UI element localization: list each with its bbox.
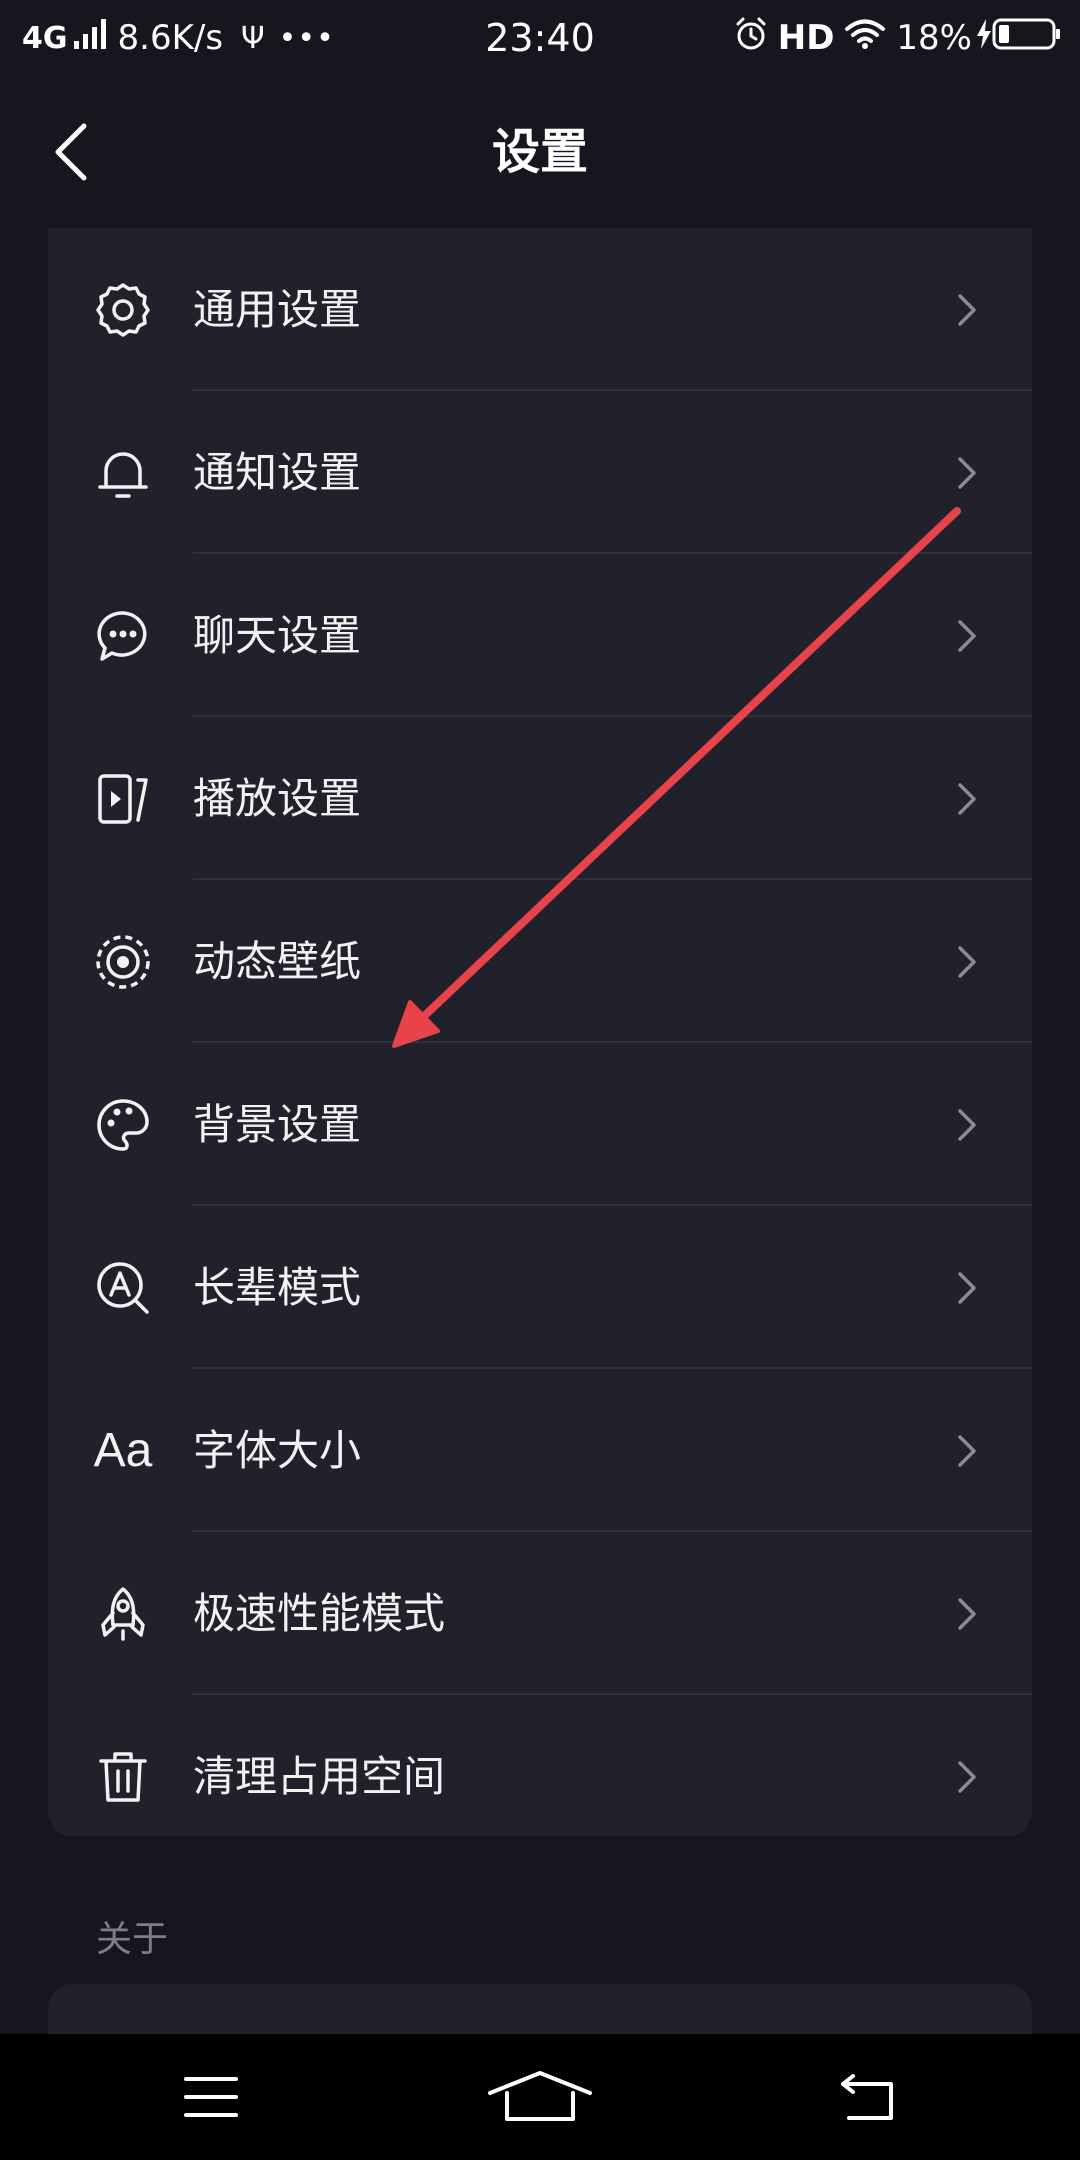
settings-row-label: 背景设置 bbox=[193, 1100, 362, 1149]
status-bar: 4G 8.6K/s Ψ ••• 23:40 HD 18% bbox=[0, 0, 1080, 76]
battery-icon bbox=[992, 18, 1062, 59]
settings-row-label: 清理占用空间 bbox=[193, 1752, 446, 1801]
magnifier-a-icon bbox=[92, 1257, 154, 1319]
settings-row-label: 动态壁纸 bbox=[193, 937, 362, 986]
settings-row-font-size[interactable]: Aa 字体大小 bbox=[48, 1369, 1032, 1532]
chevron-right-icon bbox=[958, 456, 976, 489]
bell-icon bbox=[92, 442, 154, 504]
settings-screen: 4G 8.6K/s Ψ ••• 23:40 HD 18% 设置 通用设置 通知设… bbox=[0, 0, 1080, 2160]
settings-row-background[interactable]: 背景设置 bbox=[48, 1043, 1032, 1206]
settings-row-general[interactable]: 通用设置 bbox=[48, 228, 1032, 391]
chevron-right-icon bbox=[958, 1108, 976, 1141]
settings-row-label: 播放设置 bbox=[193, 774, 362, 823]
chevron-right-icon bbox=[958, 1271, 976, 1304]
menu-button[interactable] bbox=[156, 2052, 266, 2142]
play-screen-icon bbox=[92, 768, 154, 830]
menu-icon bbox=[184, 2077, 238, 2117]
settings-row-notification[interactable]: 通知设置 bbox=[48, 391, 1032, 554]
chevron-right-icon bbox=[958, 293, 976, 326]
settings-row-label: 长辈模式 bbox=[193, 1263, 362, 1312]
header: 设置 bbox=[0, 76, 1080, 228]
rocket-icon bbox=[92, 1583, 154, 1645]
gear-icon bbox=[92, 279, 154, 341]
font-size-icon: Aa bbox=[93, 1424, 153, 1477]
home-icon bbox=[488, 2071, 592, 2121]
chevron-right-icon bbox=[958, 782, 976, 815]
settings-row-elder-mode[interactable]: 长辈模式 bbox=[48, 1206, 1032, 1369]
trash-icon bbox=[92, 1746, 154, 1808]
settings-row-clear-storage[interactable]: 清理占用空间 bbox=[48, 1695, 1032, 1858]
chevron-right-icon bbox=[958, 945, 976, 978]
page-title: 设置 bbox=[491, 124, 588, 180]
home-button[interactable] bbox=[485, 2052, 595, 2142]
charging-icon bbox=[976, 18, 992, 58]
about-section-title: 关于 bbox=[96, 1919, 169, 1960]
chevron-right-icon bbox=[958, 1434, 976, 1467]
settings-row-label: 通用设置 bbox=[193, 285, 362, 334]
battery-percent: 18% bbox=[896, 18, 972, 58]
settings-row-label: 字体大小 bbox=[193, 1426, 362, 1475]
chat-bubble-icon bbox=[92, 605, 154, 667]
chevron-right-icon bbox=[958, 1597, 976, 1630]
hd-indicator: HD bbox=[777, 18, 835, 58]
system-nav-bar bbox=[0, 2034, 1080, 2160]
return-icon bbox=[841, 2074, 893, 2120]
live-wallpaper-icon bbox=[92, 931, 154, 993]
settings-row-chat[interactable]: 聊天设置 bbox=[48, 554, 1032, 717]
wifi-icon bbox=[844, 18, 886, 59]
settings-row-live-wallpaper[interactable]: 动态壁纸 bbox=[48, 880, 1032, 1043]
settings-row-label: 通知设置 bbox=[193, 448, 362, 497]
settings-row-performance-mode[interactable]: 极速性能模式 bbox=[48, 1532, 1032, 1695]
settings-row-playback[interactable]: 播放设置 bbox=[48, 717, 1032, 880]
palette-icon bbox=[92, 1094, 154, 1156]
alarm-icon bbox=[734, 17, 768, 60]
back-nav-button[interactable] bbox=[814, 2052, 924, 2142]
chevron-right-icon bbox=[958, 619, 976, 652]
status-right: HD 18% bbox=[734, 14, 1062, 62]
settings-row-label: 聊天设置 bbox=[193, 611, 362, 660]
settings-row-label: 极速性能模式 bbox=[193, 1589, 446, 1638]
chevron-right-icon bbox=[958, 1760, 976, 1793]
settings-list: 通用设置 通知设置 聊天设置 播放设置 动态壁纸 背景设置 长辈模式 Aa 字体… bbox=[48, 228, 1032, 1836]
